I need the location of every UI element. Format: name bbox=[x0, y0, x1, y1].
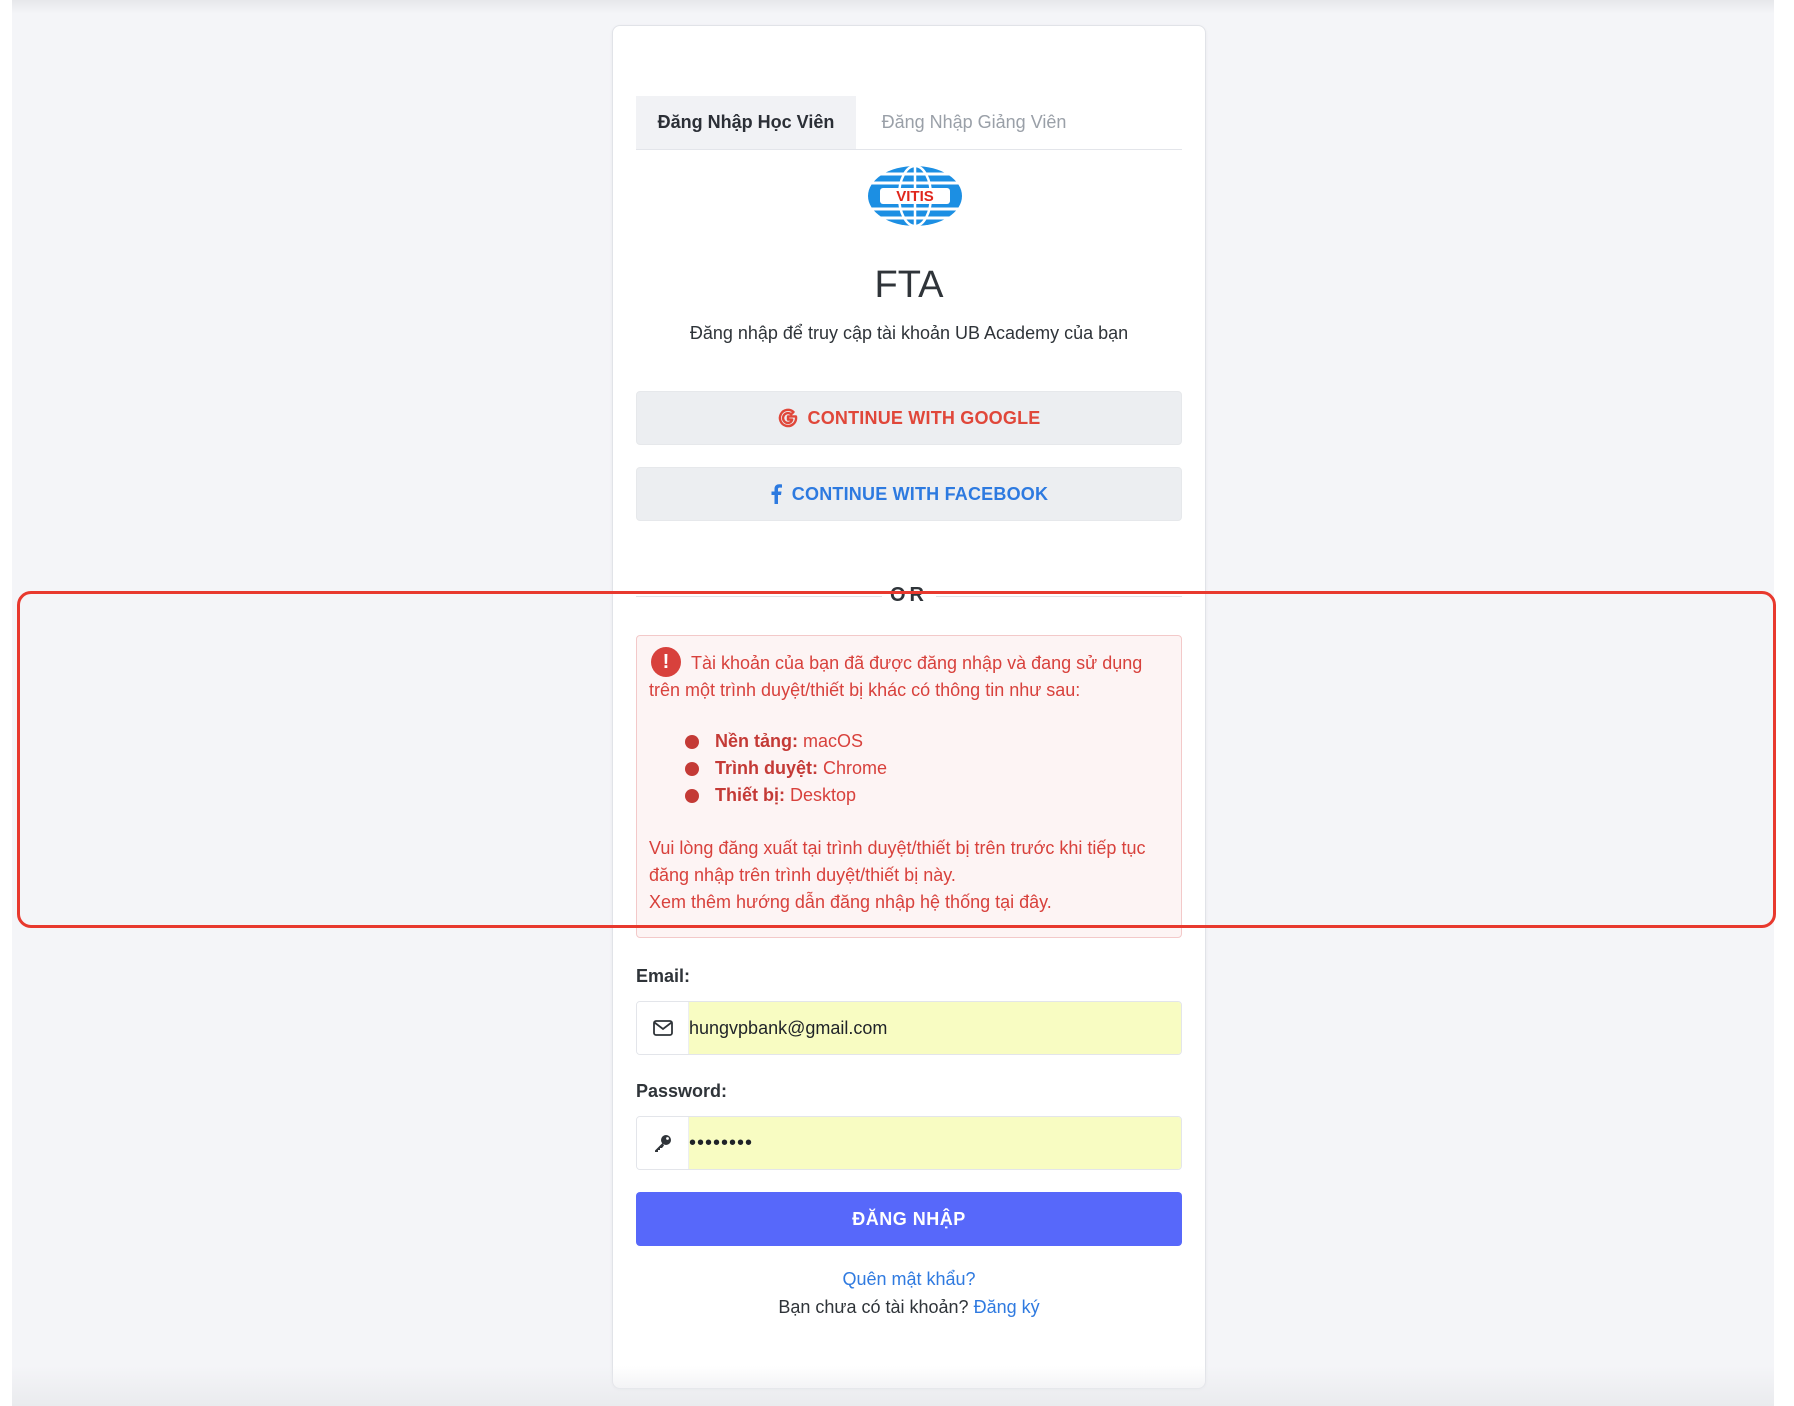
alert-guide: Xem thêm hướng dẫn đăng nhập hệ thống tạ… bbox=[649, 889, 1169, 916]
alert-guide-text: Xem thêm hướng dẫn đăng nhập hệ thống bbox=[649, 892, 991, 913]
list-item: Thiết bị: Desktop bbox=[685, 782, 1169, 809]
login-card: Đăng Nhập Học Viên Đăng Nhập Giảng Viên … bbox=[612, 25, 1206, 1389]
no-account-text: Bạn chưa có tài khoản? bbox=[778, 1297, 969, 1317]
list-item: Trình duyệt: Chrome bbox=[685, 755, 1169, 782]
email-input-group bbox=[636, 1001, 1182, 1055]
info-label: Nền tảng: bbox=[715, 731, 798, 752]
alert-instruction: Vui lòng đăng xuất tại trình duyệt/thiết… bbox=[649, 838, 1146, 886]
email-label: Email: bbox=[636, 966, 691, 986]
bottom-shade bbox=[12, 1366, 1774, 1406]
facebook-button-label: CONTINUE WITH FACEBOOK bbox=[791, 483, 1049, 504]
continue-with-google-button[interactable]: CONTINUE WITH GOOGLE bbox=[636, 391, 1182, 445]
alert-intro: ! Tài khoản của bạn đã được đăng nhập và … bbox=[649, 647, 1169, 704]
bullet-icon bbox=[685, 735, 699, 750]
email-field[interactable] bbox=[689, 1002, 1181, 1054]
app-title: FTA bbox=[874, 264, 944, 306]
register-row: Bạn chưa có tài khoản? Đăng ký bbox=[613, 1297, 1205, 1318]
vitis-logo: VITIS bbox=[866, 164, 964, 228]
key-icon bbox=[637, 1117, 689, 1169]
exclamation-icon: ! bbox=[651, 647, 681, 678]
page-background: Đăng Nhập Học Viên Đăng Nhập Giảng Viên … bbox=[12, 0, 1776, 1406]
or-text: OR bbox=[890, 584, 928, 606]
info-value: macOS bbox=[798, 731, 864, 752]
bullet-icon bbox=[685, 789, 699, 804]
guide-link[interactable]: tại đây. bbox=[990, 892, 1052, 912]
alert-footer: Vui lòng đăng xuất tại trình duyệt/thiết… bbox=[649, 835, 1169, 916]
tab-student-login[interactable]: Đăng Nhập Học Viên bbox=[636, 96, 856, 149]
envelope-icon bbox=[637, 1002, 689, 1054]
login-subtitle: Đăng nhập để truy cập tài khoản UB Acade… bbox=[689, 323, 1129, 343]
forgot-password-link[interactable]: Quên mật khẩu? bbox=[842, 1269, 975, 1289]
login-tabs: Đăng Nhập Học Viên Đăng Nhập Giảng Viên bbox=[636, 96, 1182, 150]
session-info-list: Nền tảng: macOS Trình duyệt: Chrome Thiế… bbox=[649, 728, 1169, 809]
forgot-password-row: Quên mật khẩu? bbox=[613, 1269, 1205, 1290]
info-label: Thiết bị: bbox=[715, 785, 785, 806]
password-input-group bbox=[636, 1116, 1182, 1170]
info-value: Chrome bbox=[818, 758, 888, 779]
tab-teacher-login[interactable]: Đăng Nhập Giảng Viên bbox=[856, 96, 1092, 149]
list-item: Nền tảng: macOS bbox=[685, 728, 1169, 755]
session-conflict-alert: ! Tài khoản của bạn đã được đăng nhập và … bbox=[636, 635, 1182, 938]
or-divider: OR bbox=[636, 582, 1182, 610]
password-label: Password: bbox=[636, 1081, 728, 1101]
top-shadow bbox=[12, 0, 1774, 14]
register-link[interactable]: Đăng ký bbox=[974, 1297, 1040, 1317]
alert-intro-text: Tài khoản của bạn đã được đăng nhập và đ… bbox=[649, 653, 1143, 701]
google-button-label: CONTINUE WITH GOOGLE bbox=[807, 407, 1041, 428]
info-label: Trình duyệt: bbox=[715, 758, 818, 779]
google-icon bbox=[778, 408, 797, 428]
info-value: Desktop bbox=[785, 785, 857, 806]
facebook-icon bbox=[771, 484, 782, 504]
login-button[interactable]: ĐĂNG NHẬP bbox=[636, 1192, 1182, 1246]
bullet-icon bbox=[685, 762, 699, 777]
continue-with-facebook-button[interactable]: CONTINUE WITH FACEBOOK bbox=[636, 467, 1182, 521]
svg-text:VITIS: VITIS bbox=[896, 188, 934, 205]
password-field[interactable] bbox=[689, 1117, 1181, 1169]
